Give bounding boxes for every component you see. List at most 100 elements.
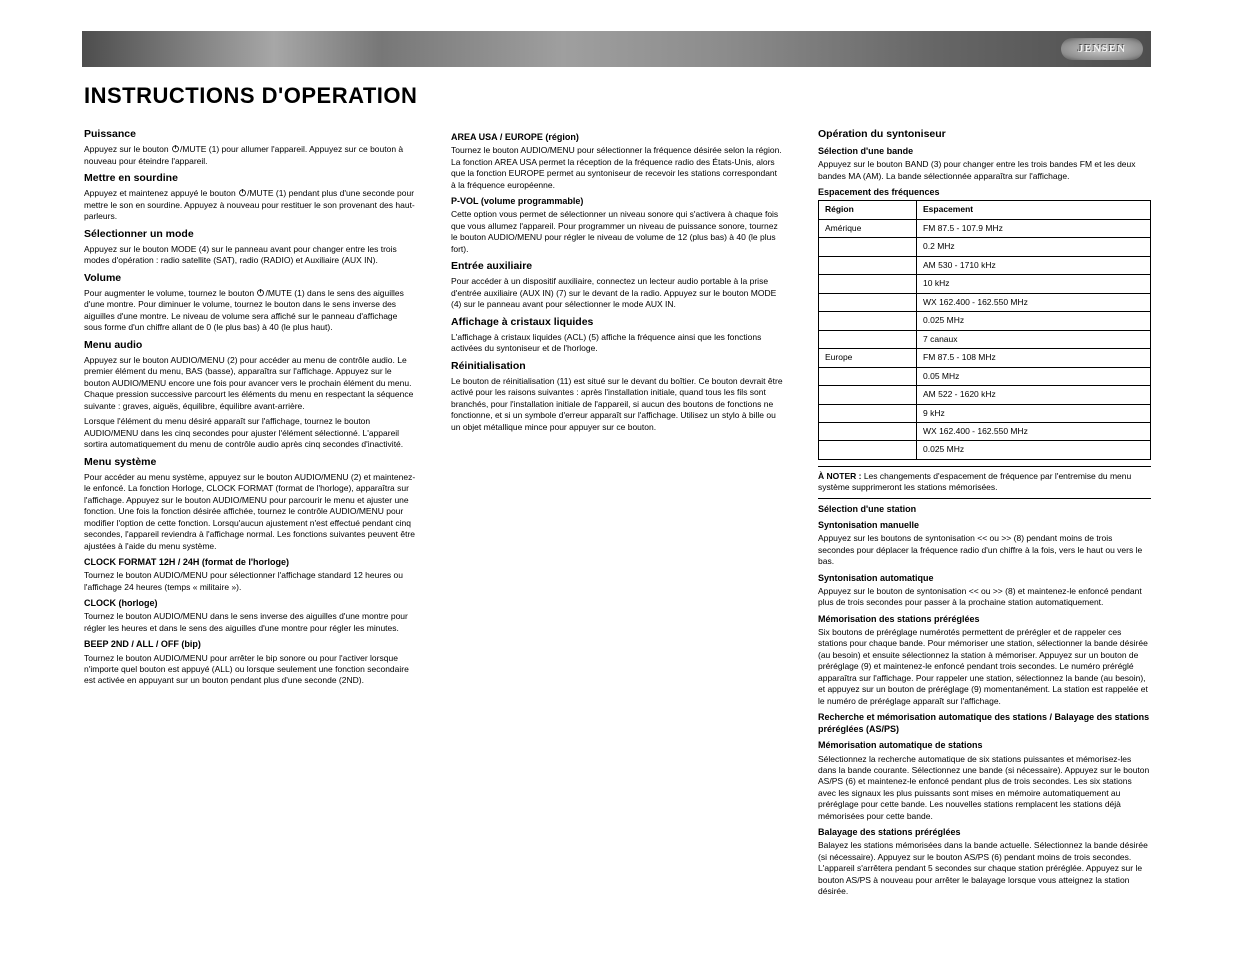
- table-row: AM 522 - 1620 kHz: [819, 386, 1151, 404]
- table-cell-spacing: WX 162.400 - 162.550 MHz: [917, 293, 1151, 311]
- table-row: WX 162.400 - 162.550 MHz: [819, 293, 1151, 311]
- table-cell-region: [819, 423, 917, 441]
- text: Pour augmenter le volume, tournez le bou…: [84, 288, 256, 298]
- header-bar: JENSEN: [82, 31, 1151, 67]
- note-text: Les changements d'espacement de fréquenc…: [818, 471, 1131, 492]
- heading-clock: CLOCK (horloge): [84, 597, 417, 609]
- heading-frequency-spacing: Espacement des fréquences: [818, 186, 1151, 198]
- table-cell-region: [819, 312, 917, 330]
- heading-clock-format: CLOCK FORMAT 12H / 24H (format de l'horl…: [84, 556, 417, 568]
- brand-logo: JENSEN: [1061, 38, 1143, 60]
- heading-lcd: Affichage à cristaux liquides: [451, 315, 784, 329]
- page-title: INSTRUCTIONS D'OPERATION: [84, 83, 1235, 109]
- para-scan: Balayez les stations mémorisées dans la …: [818, 840, 1151, 897]
- table-cell-region: [819, 293, 917, 311]
- heading-mute: Mettre en sourdine: [84, 171, 417, 185]
- table-cell-spacing: FM 87.5 - 108 MHz: [917, 349, 1151, 367]
- table-row: AmériqueFM 87.5 - 107.9 MHz: [819, 219, 1151, 237]
- table-cell-region: [819, 441, 917, 459]
- heading-select-station: Sélection d'une station: [818, 503, 1151, 515]
- table-cell-region: Europe: [819, 349, 917, 367]
- para-pvol: Cette option vous permet de sélectionner…: [451, 209, 784, 255]
- table-cell-region: Amérique: [819, 219, 917, 237]
- note-label: À NOTER :: [818, 471, 861, 481]
- table-header-spacing: Espacement: [917, 201, 1151, 219]
- heading-asps: Recherche et mémorisation automatique de…: [818, 711, 1151, 735]
- table-cell-spacing: WX 162.400 - 162.550 MHz: [917, 423, 1151, 441]
- heading-aux: Entrée auxiliaire: [451, 259, 784, 273]
- horizontal-rule: [818, 466, 1151, 467]
- heading-reset: Réinitialisation: [451, 359, 784, 373]
- heading-area: AREA USA / EUROPE (région): [451, 131, 784, 143]
- table-cell-spacing: 0.2 MHz: [917, 238, 1151, 256]
- para-manual-tune: Appuyez sur les boutons de syntonisation…: [818, 533, 1151, 567]
- para-lcd: L'affichage à cristaux liquides (ACL) (5…: [451, 332, 784, 355]
- table-cell-region: [819, 238, 917, 256]
- para-area: Tournez le bouton AUDIO/MENU pour sélect…: [451, 145, 784, 191]
- table-row: AM 530 - 1710 kHz: [819, 256, 1151, 274]
- para-clock: Tournez le bouton AUDIO/MENU dans le sen…: [84, 611, 417, 634]
- text: Appuyez sur le bouton: [84, 144, 171, 154]
- table-cell-region: [819, 330, 917, 348]
- para-mute: Appuyez et maintenez appuyé le bouton /M…: [84, 188, 417, 222]
- para-system-menu: Pour accéder au menu système, appuyez su…: [84, 472, 417, 552]
- heading-manual-tune: Syntonisation manuelle: [818, 519, 1151, 531]
- power-icon: [238, 188, 247, 198]
- heading-scan: Balayage des stations préréglées: [818, 826, 1151, 838]
- para-store-presets: Six boutons de préréglage numérotés perm…: [818, 627, 1151, 707]
- heading-pvol: P-VOL (volume programmable): [451, 195, 784, 207]
- table-row: EuropeFM 87.5 - 108 MHz: [819, 349, 1151, 367]
- table-cell-spacing: 0.025 MHz: [917, 312, 1151, 330]
- table-row: 7 canaux: [819, 330, 1151, 348]
- table-cell-region: [819, 275, 917, 293]
- table-row: 0.05 MHz: [819, 367, 1151, 385]
- table-cell-spacing: 10 kHz: [917, 275, 1151, 293]
- heading-system-menu: Menu système: [84, 455, 417, 469]
- table-row: 9 kHz: [819, 404, 1151, 422]
- table-header-region: Région: [819, 201, 917, 219]
- para-power: Appuyez sur le bouton /MUTE (1) pour all…: [84, 144, 417, 167]
- table-row: 0.025 MHz: [819, 441, 1151, 459]
- heading-auto-tune: Syntonisation automatique: [818, 572, 1151, 584]
- table-cell-spacing: FM 87.5 - 107.9 MHz: [917, 219, 1151, 237]
- table-cell-spacing: 9 kHz: [917, 404, 1151, 422]
- heading-volume: Volume: [84, 271, 417, 285]
- para-auto-tune: Appuyez sur le bouton de syntonisation <…: [818, 586, 1151, 609]
- para-reset: Le bouton de réinitialisation (11) est s…: [451, 376, 784, 433]
- column-1: Puissance Appuyez sur le bouton /MUTE (1…: [84, 127, 417, 902]
- heading-autostore: Mémorisation automatique de stations: [818, 739, 1151, 751]
- table-cell-spacing: AM 530 - 1710 kHz: [917, 256, 1151, 274]
- para-mode: Appuyez sur le bouton MODE (4) sur le pa…: [84, 244, 417, 267]
- table-row: 0.025 MHz: [819, 312, 1151, 330]
- para-aux: Pour accéder à un dispositif auxiliaire,…: [451, 276, 784, 310]
- para-volume: Pour augmenter le volume, tournez le bou…: [84, 288, 417, 334]
- table-row: 0.2 MHz: [819, 238, 1151, 256]
- text: Appuyez et maintenez appuyé le bouton: [84, 188, 238, 198]
- heading-mode: Sélectionner un mode: [84, 227, 417, 241]
- heading-beep: BEEP 2ND / ALL / OFF (bip): [84, 638, 417, 650]
- table-row: WX 162.400 - 162.550 MHz: [819, 423, 1151, 441]
- table-cell-region: [819, 256, 917, 274]
- table-cell-spacing: 0.05 MHz: [917, 367, 1151, 385]
- note-block: À NOTER : Les changements d'espacement d…: [818, 466, 1151, 499]
- para-audio-menu-1: Appuyez sur le bouton AUDIO/MENU (2) pou…: [84, 355, 417, 412]
- table-row: 10 kHz: [819, 275, 1151, 293]
- horizontal-rule: [818, 498, 1151, 499]
- heading-audio-menu: Menu audio: [84, 338, 417, 352]
- para-band: Appuyez sur le bouton BAND (3) pour chan…: [818, 159, 1151, 182]
- table-cell-spacing: 7 canaux: [917, 330, 1151, 348]
- heading-store-presets: Mémorisation des stations préréglées: [818, 613, 1151, 625]
- table-cell-region: [819, 367, 917, 385]
- heading-power: Puissance: [84, 127, 417, 141]
- table-cell-region: [819, 404, 917, 422]
- frequency-spacing-table: Région Espacement AmériqueFM 87.5 - 107.…: [818, 200, 1151, 460]
- content-columns: Puissance Appuyez sur le bouton /MUTE (1…: [84, 127, 1151, 902]
- table-cell-spacing: AM 522 - 1620 kHz: [917, 386, 1151, 404]
- column-2: AREA USA / EUROPE (région) Tournez le bo…: [451, 127, 784, 902]
- para-beep: Tournez le bouton AUDIO/MENU pour arrête…: [84, 653, 417, 687]
- para-clock-format: Tournez le bouton AUDIO/MENU pour sélect…: [84, 570, 417, 593]
- heading-band: Sélection d'une bande: [818, 145, 1151, 157]
- power-icon: [171, 144, 180, 154]
- column-3: Opération du syntoniseur Sélection d'une…: [818, 127, 1151, 902]
- table-cell-region: [819, 386, 917, 404]
